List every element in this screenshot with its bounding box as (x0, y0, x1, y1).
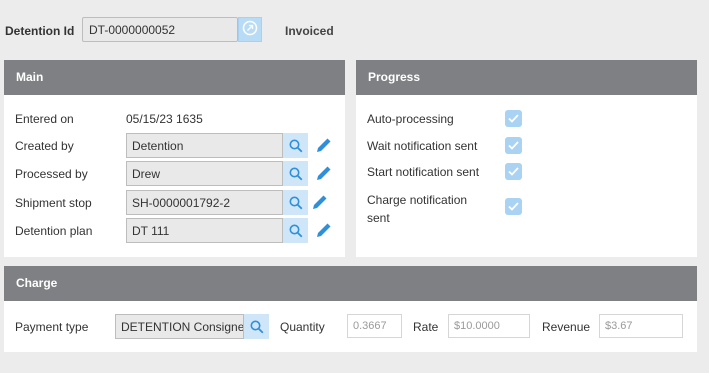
detention-plan-search-button[interactable] (283, 218, 308, 243)
open-record-icon (242, 20, 258, 39)
search-icon (289, 167, 302, 180)
detention-id-label: Detention Id (5, 24, 75, 38)
rate-label: Rate (413, 320, 439, 334)
created-by-edit-button[interactable] (313, 134, 335, 156)
progress-panel: Progress (356, 60, 697, 257)
search-icon (289, 139, 302, 152)
check-icon (508, 141, 519, 150)
pencil-icon (317, 138, 331, 152)
charge-panel-title: Charge (4, 266, 697, 301)
main-panel-title: Main (4, 60, 345, 95)
detention-id-field[interactable]: DT-0000000052 (82, 17, 238, 42)
charge-notification-label-line2: sent (367, 211, 390, 225)
processed-by-search-button[interactable] (283, 161, 308, 186)
search-icon (289, 196, 302, 209)
processed-by-label: Processed by (15, 167, 88, 181)
search-icon (250, 320, 263, 333)
detention-plan-field[interactable]: DT 111 (126, 218, 283, 243)
quantity-field[interactable]: 0.3667 (347, 314, 402, 338)
entered-on-value: 05/15/23 1635 (126, 112, 203, 126)
pencil-icon (317, 166, 331, 180)
charge-notification-label-line1: Charge notification (367, 193, 468, 207)
entered-on-label: Entered on (15, 112, 74, 126)
processed-by-field[interactable]: Drew (126, 161, 283, 186)
pencil-icon (317, 223, 331, 237)
auto-processing-checkbox[interactable] (505, 110, 522, 127)
charge-notification-label: Charge notification sent (367, 191, 467, 227)
auto-processing-label: Auto-processing (367, 112, 454, 126)
detention-plan-edit-button[interactable] (313, 219, 335, 241)
wait-notification-label: Wait notification sent (367, 139, 478, 153)
check-icon (508, 167, 519, 176)
pencil-icon (313, 195, 327, 209)
rate-field[interactable]: $10.0000 (448, 314, 530, 338)
shipment-stop-search-button[interactable] (283, 190, 308, 215)
processed-by-edit-button[interactable] (313, 162, 335, 184)
shipment-stop-label: Shipment stop (15, 196, 92, 210)
quantity-label: Quantity (280, 320, 325, 334)
status-text: Invoiced (285, 24, 334, 38)
created-by-label: Created by (15, 139, 74, 153)
shipment-stop-field[interactable]: SH-0000001792-2 (126, 190, 283, 215)
shipment-stop-edit-button[interactable] (309, 191, 331, 213)
wait-notification-checkbox[interactable] (505, 137, 522, 154)
payment-type-field[interactable]: DETENTION Consignee (115, 314, 244, 339)
check-icon (508, 202, 519, 211)
charge-notification-checkbox[interactable] (505, 198, 522, 215)
charge-panel: Charge (4, 266, 697, 352)
check-icon (508, 114, 519, 123)
revenue-label: Revenue (542, 320, 591, 334)
created-by-field[interactable]: Detention (126, 133, 283, 158)
start-notification-checkbox[interactable] (505, 163, 522, 180)
progress-panel-title: Progress (356, 60, 697, 95)
created-by-search-button[interactable] (283, 133, 308, 158)
payment-type-label: Payment type (15, 320, 89, 334)
payment-type-search-button[interactable] (244, 314, 269, 339)
start-notification-label: Start notification sent (367, 165, 480, 179)
revenue-field[interactable]: $3.67 (599, 314, 683, 338)
open-record-button[interactable] (238, 17, 262, 42)
detention-plan-label: Detention plan (15, 224, 93, 238)
search-icon (289, 224, 302, 237)
